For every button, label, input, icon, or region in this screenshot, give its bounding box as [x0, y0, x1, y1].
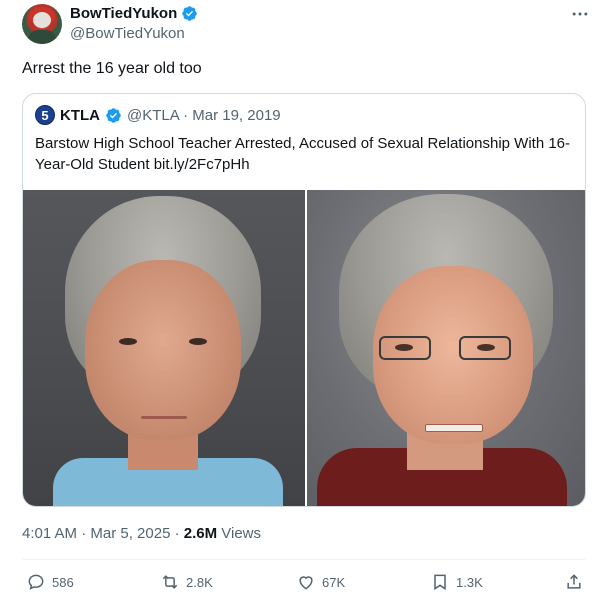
author-name[interactable]: BowTiedYukon — [70, 5, 177, 22]
heart-icon — [299, 576, 313, 590]
share-button[interactable] — [564, 572, 584, 592]
quote-text: Barstow High School Teacher Arrested, Ac… — [35, 135, 571, 173]
views-label: Views — [217, 525, 262, 542]
ktla-logo[interactable]: 5 — [35, 105, 55, 125]
verified-badge-icon — [182, 6, 197, 21]
tweet-text: Arrest the 16 year old too — [22, 60, 202, 77]
quoted-tweet-card[interactable]: 5 KTLA @KTLA · Mar 19, 2019 Barstow High… — [22, 93, 586, 507]
quote-header: 5 KTLA @KTLA · Mar 19, 2019 — [35, 105, 281, 125]
reply-icon — [28, 574, 44, 590]
like-count: 67K — [322, 574, 346, 590]
bookmark-button[interactable]: 1.3K — [430, 572, 483, 592]
mugshot-photo[interactable] — [23, 190, 305, 506]
like-button[interactable]: 67K — [296, 572, 345, 592]
quote-handle-date[interactable]: @KTLA · Mar 19, 2019 — [127, 107, 281, 124]
divider — [22, 559, 586, 560]
more-horizontal-icon[interactable] — [570, 4, 590, 29]
repost-button[interactable]: 2.8K — [160, 572, 213, 592]
timestamp-text[interactable]: 4:01 AM · Mar 5, 2025 · — [22, 525, 184, 542]
tweet-timestamp[interactable]: 4:01 AM · Mar 5, 2025 · 2.6M Views — [22, 525, 261, 542]
bookmark-count: 1.3K — [456, 574, 483, 590]
verified-badge-icon — [106, 107, 121, 123]
portrait-photo[interactable] — [307, 190, 585, 506]
repost-icon — [162, 575, 178, 589]
quote-author-name[interactable]: KTLA — [60, 107, 100, 124]
share-icon — [567, 574, 581, 589]
author-name-row[interactable]: BowTiedYukon — [70, 5, 198, 22]
bookmark-icon — [434, 574, 446, 591]
author-handle[interactable]: @BowTiedYukon — [70, 25, 185, 42]
avatar[interactable] — [22, 4, 62, 44]
reply-button[interactable]: 586 — [26, 572, 74, 592]
views-count: 2.6M — [183, 525, 218, 542]
repost-count: 2.8K — [186, 574, 213, 590]
reply-count: 586 — [52, 574, 74, 590]
